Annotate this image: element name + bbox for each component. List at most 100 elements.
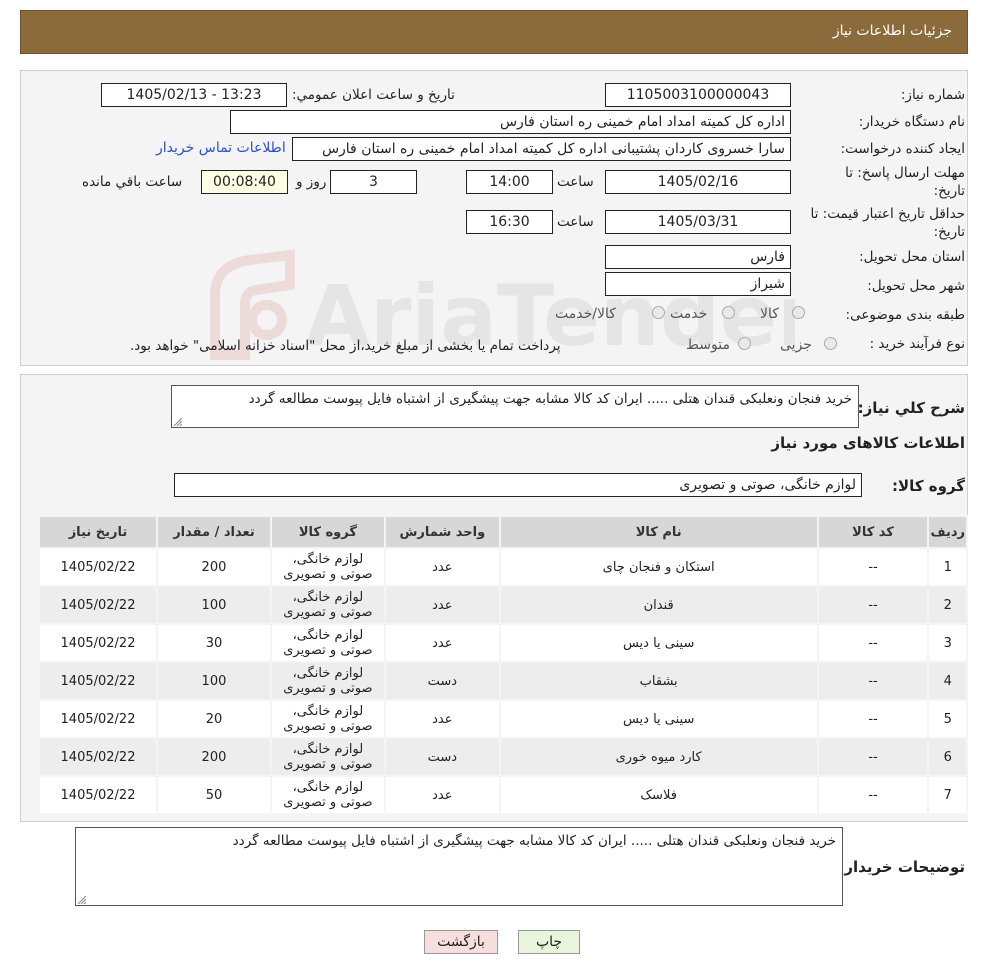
cell-unit: عدد [385, 587, 499, 623]
category-radio-service[interactable] [722, 306, 735, 319]
category-radio-goods[interactable] [792, 306, 805, 319]
items-table-wrapper: ردیف کد کالا نام کالا واحد شمارش گروه کا… [38, 515, 968, 821]
resize-grip-icon[interactable] [78, 896, 86, 904]
cell-group: لوازم خانگی، صوتی و تصویری [271, 663, 384, 699]
cell-code: -- [818, 549, 928, 585]
table-row: 7 -- فلاسک عدد لوازم خانگی، صوتی و تصویری… [40, 777, 966, 813]
table-header-row: ردیف کد کالا نام کالا واحد شمارش گروه کا… [40, 517, 966, 547]
cell-date: 1405/02/22 [40, 587, 156, 623]
page-title: جزئیات اطلاعات نیاز [832, 23, 952, 39]
cell-quantity: 100 [158, 587, 270, 623]
remaining-time-label: ساعت باقي مانده [82, 174, 183, 190]
city-label: شهر محل تحویل: [867, 278, 965, 294]
cell-row-number: 3 [929, 625, 966, 661]
deadline-label: مهلت ارسال پاسخ: تا [845, 165, 965, 181]
cell-unit: دست [385, 739, 499, 775]
back-button[interactable]: بازگشت [424, 930, 498, 954]
cell-unit: دست [385, 663, 499, 699]
cell-group: لوازم خانگی، صوتی و تصویری [271, 777, 384, 813]
need-number-field: 1105003100000043 [605, 83, 791, 107]
cell-code: -- [818, 739, 928, 775]
buyer-org-field: اداره کل کمیته امداد امام خمینی ره استان… [230, 110, 791, 134]
cell-name: کارد میوه خوری [500, 739, 817, 775]
deadline-time-label: ساعت [557, 174, 594, 190]
cell-date: 1405/02/22 [40, 777, 156, 813]
cell-quantity: 100 [158, 663, 270, 699]
remaining-time-field: 00:08:40 [201, 170, 288, 194]
announce-field: 1405/02/13 - 13:23 [101, 83, 287, 107]
items-table: ردیف کد کالا نام کالا واحد شمارش گروه کا… [38, 515, 968, 815]
table-row: 3 -- سینی یا دیس عدد لوازم خانگی، صوتی و … [40, 625, 966, 661]
cell-row-number: 2 [929, 587, 966, 623]
cell-group: لوازم خانگی، صوتی و تصویری [271, 625, 384, 661]
announce-label: تاریخ و ساعت اعلان عمومي: [292, 87, 455, 103]
cell-unit: عدد [385, 701, 499, 737]
resize-grip-icon[interactable] [174, 418, 182, 426]
contact-info-link[interactable]: اطلاعات تماس خریدار [156, 140, 286, 156]
buyer-org-label: نام دستگاه خریدار: [858, 114, 965, 130]
cell-code: -- [818, 663, 928, 699]
days-label: روز و [296, 174, 327, 190]
description-label: شرح کلي نیاز: [857, 399, 965, 417]
cell-group: لوازم خانگی، صوتی و تصویری [271, 739, 384, 775]
process-option-medium: متوسط [686, 337, 730, 353]
col-header-code: کد کالا [818, 517, 928, 547]
validity-date-field: 1405/03/31 [605, 210, 791, 234]
cell-code: -- [818, 587, 928, 623]
group-field: لوازم خانگی، صوتی و تصویری [174, 473, 862, 497]
validity-label: حداقل تاریخ اعتبار قیمت: تا [810, 206, 965, 222]
process-radio-minor[interactable] [824, 337, 837, 350]
cell-date: 1405/02/22 [40, 701, 156, 737]
cell-quantity: 200 [158, 549, 270, 585]
cell-name: سینی یا دیس [500, 625, 817, 661]
cell-code: -- [818, 701, 928, 737]
cell-name: قندان [500, 587, 817, 623]
col-header-date: تاریخ نیاز [40, 517, 156, 547]
process-label: نوع فرآیند خرید : [869, 336, 965, 352]
cell-group: لوازم خانگی، صوتی و تصویری [271, 549, 384, 585]
category-label: طبقه بندی موضوعی: [845, 307, 965, 323]
cell-quantity: 20 [158, 701, 270, 737]
process-note: پرداخت تمام یا بخشی از مبلغ خرید،از محل … [130, 338, 561, 354]
validity-time-label: ساعت [557, 214, 594, 230]
cell-code: -- [818, 625, 928, 661]
buyer-notes-field[interactable]: خرید فنجان ونعلبکی قندان هتلی ..... ایرا… [75, 827, 843, 906]
cell-name: سینی یا دیس [500, 701, 817, 737]
cell-row-number: 1 [929, 549, 966, 585]
print-button[interactable]: چاپ [518, 930, 580, 954]
category-option-goods: کالا [760, 306, 779, 322]
cell-unit: عدد [385, 549, 499, 585]
cell-quantity: 200 [158, 739, 270, 775]
deadline-date-field: 1405/02/16 [605, 170, 791, 194]
days-field: 3 [330, 170, 417, 194]
cell-group: لوازم خانگی، صوتی و تصویری [271, 587, 384, 623]
col-header-group: گروه کالا [271, 517, 384, 547]
description-field[interactable]: خرید فنجان ونعلبکی قندان هتلی ..... ایرا… [171, 385, 859, 428]
category-option-service: خدمت [670, 306, 708, 322]
buyer-notes-label: توضیحات خریدار: [838, 858, 965, 876]
buyer-notes-text: خرید فنجان ونعلبکی قندان هتلی ..... ایرا… [232, 833, 836, 849]
category-radio-goods-service[interactable] [652, 306, 665, 319]
col-header-unit: واحد شمارش [385, 517, 499, 547]
validity-label-date: تاریخ: [933, 224, 965, 240]
province-field: فارس [605, 245, 791, 269]
category-option-goods-service: کالا/خدمت [555, 306, 616, 322]
cell-row-number: 4 [929, 663, 966, 699]
cell-row-number: 7 [929, 777, 966, 813]
process-radio-medium[interactable] [738, 337, 751, 350]
need-number-label: شماره نیاز: [900, 87, 965, 103]
cell-date: 1405/02/22 [40, 739, 156, 775]
cell-unit: عدد [385, 777, 499, 813]
group-label: گروه کالا: [892, 477, 965, 495]
cell-date: 1405/02/22 [40, 663, 156, 699]
cell-row-number: 6 [929, 739, 966, 775]
cell-date: 1405/02/22 [40, 625, 156, 661]
cell-unit: عدد [385, 625, 499, 661]
deadline-label-date: تاریخ: [933, 183, 965, 199]
col-header-name: نام کالا [500, 517, 817, 547]
table-row: 5 -- سینی یا دیس عدد لوازم خانگی، صوتی و … [40, 701, 966, 737]
table-row: 1 -- استکان و فنجان چای عدد لوازم خانگی،… [40, 549, 966, 585]
cell-name: بشقاب [500, 663, 817, 699]
process-option-minor: جزیی [780, 337, 812, 353]
table-row: 2 -- قندان عدد لوازم خانگی، صوتی و تصویری… [40, 587, 966, 623]
